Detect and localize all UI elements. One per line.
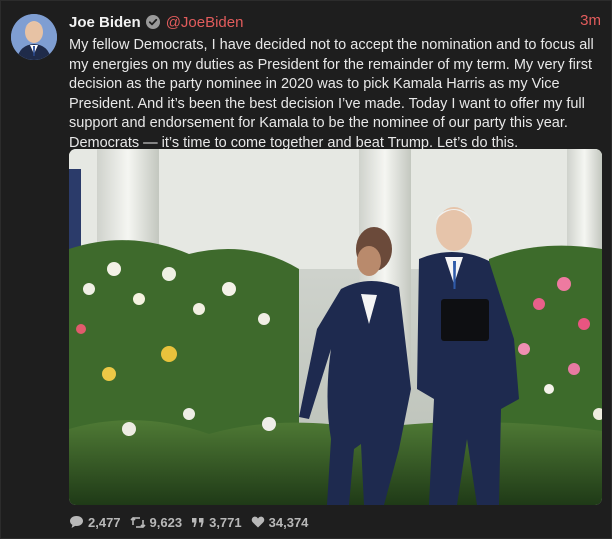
- like-count: 34,374: [268, 514, 309, 530]
- author-row: Joe Biden @JoeBiden: [69, 12, 243, 32]
- like-button[interactable]: 34,374: [251, 514, 309, 530]
- tweet-text: My fellow Democrats, I have decided not …: [69, 37, 594, 151]
- quote-icon: [192, 517, 204, 527]
- tweet-photo[interactable]: [69, 149, 602, 505]
- retweet-button[interactable]: 9,623: [129, 514, 183, 530]
- retweet-icon: [129, 516, 146, 528]
- reply-count: 2,477: [88, 514, 121, 530]
- tweet-card: Joe Biden @JoeBiden 3m My fellow Democra…: [0, 0, 612, 539]
- timestamp[interactable]: 3m: [580, 12, 601, 29]
- reply-icon: [70, 516, 83, 528]
- verified-check-icon: [145, 15, 160, 29]
- handle[interactable]: @JoeBiden: [166, 14, 244, 31]
- retweet-count: 9,623: [149, 514, 183, 530]
- quote-count: 3,771: [209, 514, 242, 530]
- display-name[interactable]: Joe Biden: [69, 14, 141, 31]
- action-bar: 2,477 9,623 3,771 34,374: [69, 513, 317, 531]
- reply-button[interactable]: 2,477: [69, 515, 121, 530]
- quote-button[interactable]: 3,771: [191, 515, 242, 530]
- heart-icon: [251, 516, 264, 528]
- avatar[interactable]: [11, 14, 57, 60]
